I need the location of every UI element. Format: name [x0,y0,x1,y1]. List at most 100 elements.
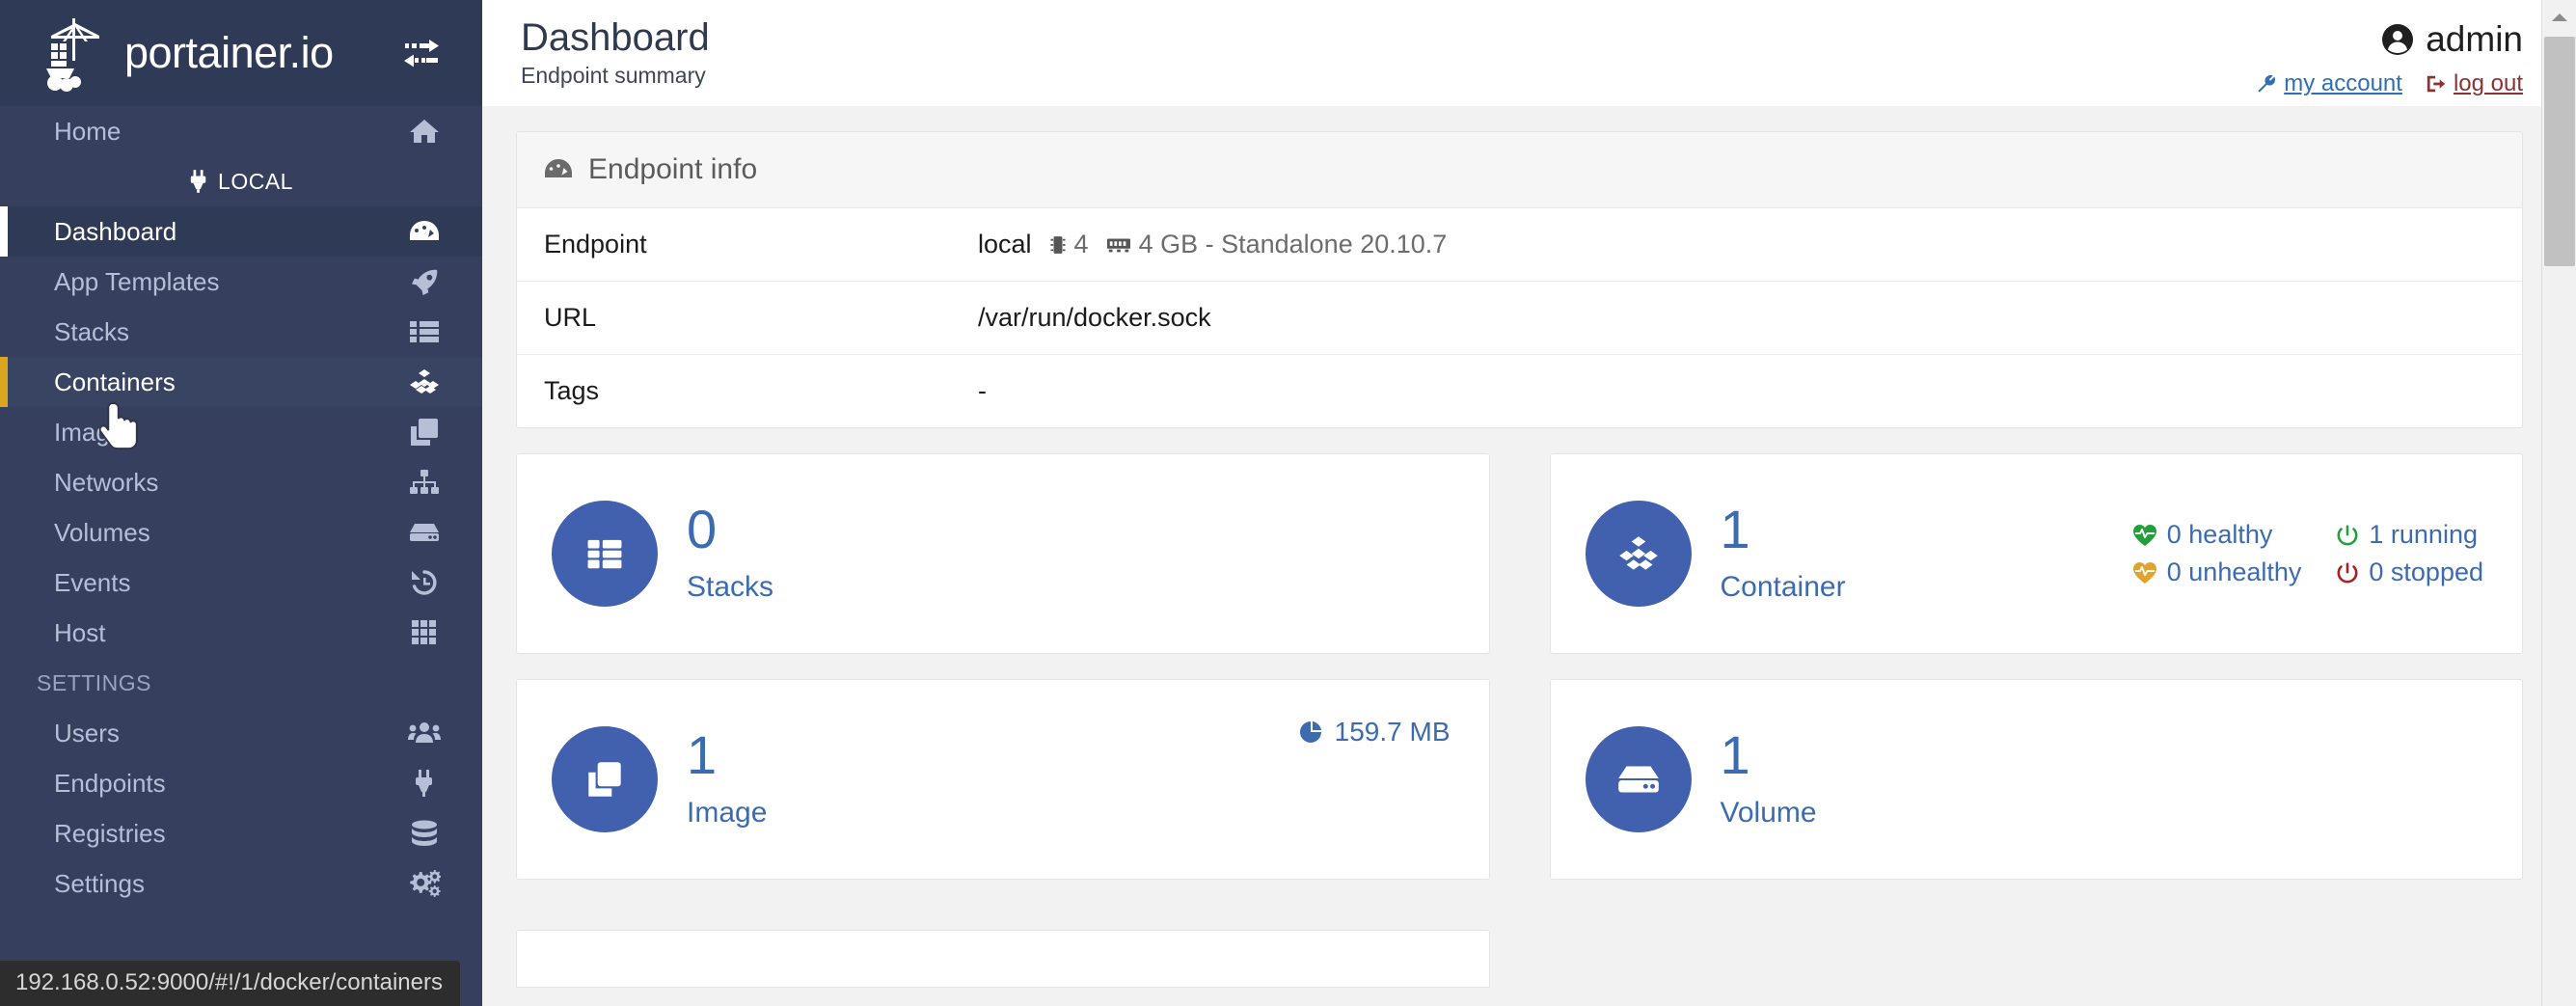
heartbeat-icon [2132,524,2157,547]
sidebar: portainer.io Home LOCAL Dashboard App Te… [0,0,482,1006]
endpoint-cpu: 4 [1073,230,1089,258]
endpoint-row: Endpoint local 4 4 GB - Standalone 20.10… [517,208,2522,282]
images-card[interactable]: 1 Image 159.7 MB [516,679,1490,880]
endpoint-info-panel: Endpoint info Endpoint local 4 4 GB - St… [516,131,2523,428]
container-status-stats: 0 healthy 1 running 0 unhealthy 0 stoppe… [2132,520,2483,587]
sidebar-section-label: SETTINGS [37,669,152,695]
sidebar-item-label: Dashboard [54,216,177,246]
containers-label: Container [1720,570,1846,603]
stacks-label: Stacks [687,570,774,603]
clone-icon [552,726,658,832]
log-out-link[interactable]: log out [2426,70,2523,97]
dashboard-gauge-icon [407,216,442,247]
sidebar-item-label: Registries [54,818,166,848]
volumes-card[interactable]: 1 Volume [1549,679,2523,880]
row-value: /var/run/docker.sock [978,303,1211,332]
stat-healthy: 0 healthy [2132,520,2302,550]
containers-count: 1 [1720,499,1750,560]
sidebar-item-label: Host [54,617,106,647]
th-list-icon [552,501,658,607]
images-count: 1 [687,724,718,786]
stacks-info: 0 Stacks [687,503,773,603]
sidebar-item-label: Endpoints [54,768,166,798]
content-area: Endpoint info Endpoint local 4 4 GB - St… [482,106,2576,988]
sitemap-icon [407,467,442,498]
clone-icon [407,417,442,448]
pie-chart-icon [1299,721,1323,744]
rocket-icon [407,266,442,297]
sidebar-item-registries[interactable]: Registries [0,808,482,858]
sidebar-item-stacks[interactable]: Stacks [0,307,482,357]
stat-stopped: 0 stopped [2336,557,2483,587]
row-value: - [978,376,987,405]
top-bar: Dashboard Endpoint summary admin my acco… [482,0,2576,106]
sidebar-section-settings: SETTINGS [0,658,482,708]
sidebar-item-label: App Templates [54,266,220,296]
my-account-label: my account [2284,70,2402,96]
users-icon [407,718,442,748]
sidebar-item-home[interactable]: Home [0,106,482,156]
my-account-link[interactable]: my account [2256,70,2402,97]
sidebar-item-label: Stacks [54,316,130,346]
sidebar-item-label: Images [54,417,137,447]
sidebar-item-settings[interactable]: Settings [0,858,482,909]
page-scrollbar[interactable] [2541,0,2576,1006]
list-icon [407,316,442,347]
sidebar-item-networks[interactable]: Networks [0,457,482,507]
portainer-app: portainer.io Home LOCAL Dashboard App Te… [0,0,2576,1006]
sidebar-item-images[interactable]: Images [0,407,482,457]
sidebar-item-label: Home [54,116,122,146]
endpoint-info-header: Endpoint info [517,132,2522,208]
plug-icon [407,768,442,799]
sidebar-item-users[interactable]: Users [0,708,482,758]
plug-icon [189,170,208,193]
sidebar-item-label: Events [54,567,131,597]
images-label: Image [687,796,768,829]
row-key: Tags [544,376,600,405]
sidebar-item-label: Settings [54,868,145,898]
sidebar-item-host[interactable]: Host [0,608,482,658]
stat-running: 1 running [2336,520,2483,550]
sidebar-item-label: Users [54,718,120,748]
sidebar-item-label: Containers [54,367,176,396]
containers-card[interactable]: 1 Container 0 healthy 1 running 0 unheal… [1549,453,2523,654]
sign-out-icon [2426,73,2447,95]
sidebar-item-app-templates[interactable]: App Templates [0,257,482,307]
cogs-icon [407,868,442,899]
database-icon [407,818,442,849]
sidebar-toggle-icon[interactable] [399,31,444,75]
endpoint-memory: 4 GB - Standalone 20.10.7 [1138,230,1448,258]
power-icon [2336,561,2359,585]
home-icon [407,116,442,147]
volumes-label: Volume [1720,796,1817,829]
next-card-partial[interactable] [516,930,1490,988]
sidebar-section-local: LOCAL [0,156,482,206]
images-total-size: 159.7 MB [1299,717,1451,748]
stat-running-label: 1 running [2369,520,2478,549]
endpoint-info-title: Endpoint info [588,153,758,185]
sidebar-item-endpoints[interactable]: Endpoints [0,758,482,808]
scroll-up-arrow-icon[interactable] [2542,0,2576,35]
images-size-label: 159.7 MB [1334,717,1451,747]
page-heading: Dashboard Endpoint summary [521,15,710,89]
status-bar-url: 192.168.0.52:9000/#!/1/docker/containers [0,961,460,1006]
stacks-count: 0 [687,499,718,560]
stat-unhealthy-label: 0 unhealthy [2166,557,2302,586]
cubes-icon [407,367,442,397]
volumes-info: 1 Volume [1720,728,1817,829]
sidebar-item-dashboard[interactable]: Dashboard [0,206,482,257]
sidebar-item-events[interactable]: Events [0,557,482,608]
stacks-card[interactable]: 0 Stacks [516,453,1490,654]
scrollbar-thumb[interactable] [2544,37,2575,266]
tags-row: Tags - [517,355,2522,427]
sidebar-item-containers[interactable]: Containers [0,357,482,407]
user-name-row: admin [2256,21,2523,57]
page-title: Dashboard [521,16,710,59]
summary-cards-grid: 0 Stacks 1 Container 0 healthy 1 running… [516,453,2523,988]
wrench-icon [2256,73,2277,95]
brand-header: portainer.io [0,0,482,106]
cubes-icon [1585,501,1692,607]
sidebar-item-volumes[interactable]: Volumes [0,507,482,557]
containers-info: 1 Container [1721,503,1846,603]
log-out-label: log out [2453,70,2523,96]
